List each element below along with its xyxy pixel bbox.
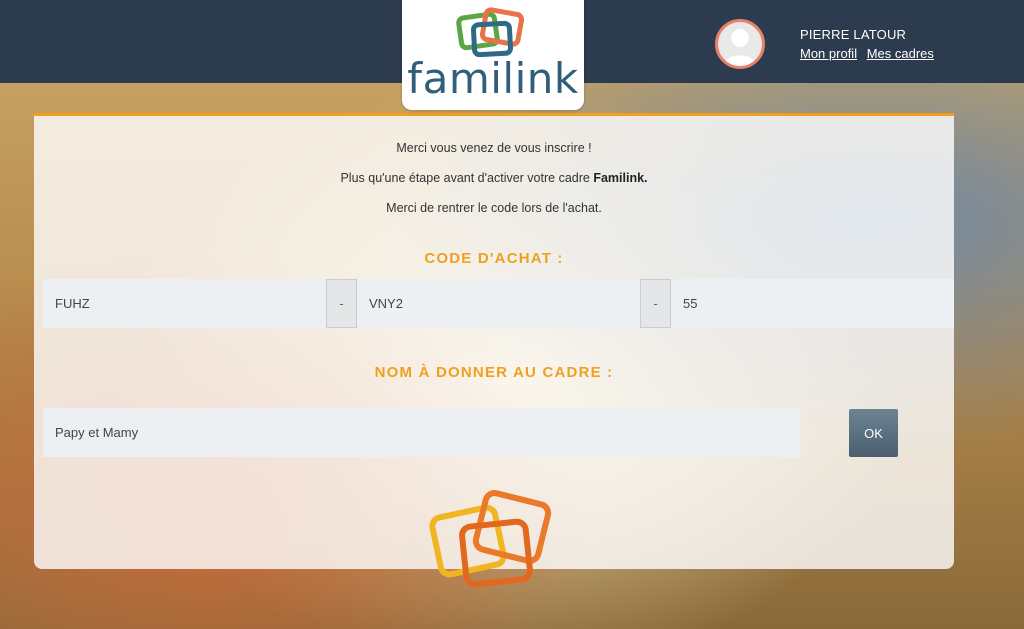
brand-name: familink <box>407 54 579 103</box>
step-message: Plus qu'une étape avant d'activer votre … <box>34 171 954 185</box>
person-icon <box>724 29 756 66</box>
step-message-text: Plus qu'une étape avant d'activer votre … <box>340 171 594 185</box>
familink-frames-logo-icon <box>456 7 525 58</box>
brand-logo[interactable]: familink <box>402 0 584 110</box>
user-avatar-icon[interactable] <box>715 19 765 69</box>
familink-watermark-icon <box>429 490 552 588</box>
user-name: PIERRE LATOUR <box>800 27 907 42</box>
code-separator: - <box>326 279 357 328</box>
instruction-message: Merci de rentrer le code lors de l'achat… <box>386 201 602 215</box>
user-links: Mon profil Mes cadres <box>800 46 940 61</box>
code-field-2[interactable] <box>357 279 640 328</box>
profile-link[interactable]: Mon profil <box>800 46 857 61</box>
my-frames-link[interactable]: Mes cadres <box>867 46 934 61</box>
code-field-3[interactable] <box>671 279 954 328</box>
welcome-message: Merci vous venez de vous inscrire ! <box>396 141 592 155</box>
frame-name-title: NOM À DONNER AU CADRE : <box>374 364 614 381</box>
frame-name-input[interactable] <box>43 408 800 457</box>
code-field-1[interactable] <box>43 279 326 328</box>
step-message-brand: Familink. <box>593 171 648 185</box>
ok-button[interactable]: OK <box>849 409 898 457</box>
code-separator: - <box>640 279 671 328</box>
activation-card: Merci vous venez de vous inscrire ! Plus… <box>34 113 954 588</box>
purchase-code-title: CODE D'ACHAT : <box>424 250 564 267</box>
